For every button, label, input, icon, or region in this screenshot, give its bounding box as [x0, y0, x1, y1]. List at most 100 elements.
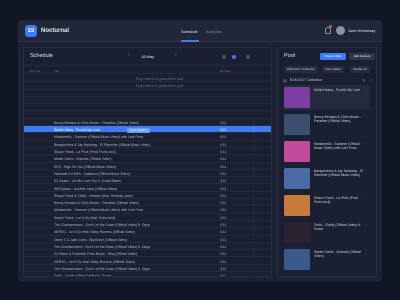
row-menu-icon[interactable]: ⋮	[252, 150, 255, 154]
row-title: Zedd - Clarity (Official Video) ft. Foxe…	[54, 274, 112, 277]
row-menu-icon[interactable]: ⋮	[252, 208, 255, 212]
collection-chip[interactable]: EDM 2017 Collection	[284, 66, 319, 73]
pool-item-menu-icon[interactable]: ⋮	[364, 114, 368, 119]
row-menu-icon[interactable]: ⋮	[252, 187, 255, 191]
table-row[interactable]	[24, 90, 271, 97]
table-row[interactable]: Oliver C & Jake Jules - Big Boom (Offici…	[24, 236, 271, 243]
row-duration: 4:11	[220, 120, 227, 125]
video-thumbnail	[284, 195, 310, 216]
pool-item-menu-icon[interactable]: ⋮	[364, 87, 368, 92]
table-row[interactable]: Drop videos to group them post	[24, 75, 271, 83]
table-row[interactable]: The Chainsmokers - Don't Let Me Down (Of…	[24, 221, 271, 229]
create-folder-button[interactable]: Create folder	[320, 53, 346, 60]
row-menu-icon[interactable]: ⋮	[252, 267, 255, 271]
table-row[interactable]	[24, 104, 271, 112]
row-menu-icon[interactable]: ⋮	[252, 252, 255, 256]
row-menu-icon[interactable]: ⋮	[252, 201, 255, 205]
row-menu-icon[interactable]: ⋮	[252, 121, 255, 125]
row-duration: 4:11	[220, 244, 227, 249]
pool-item-menu-icon[interactable]: ⋮	[364, 222, 368, 227]
row-title: Will Sparks - Another Land (Official Vid…	[54, 186, 118, 191]
chevron-right-icon[interactable]: ›	[175, 52, 177, 58]
table-row[interactable]: EDX - High On You (Official Music Video)…	[24, 163, 271, 170]
table-row[interactable]: Benny Benassi & Chris Brown - Paradise (…	[24, 119, 271, 127]
view-toggle-icon[interactable]	[222, 55, 226, 59]
app-logo[interactable]: SS	[25, 25, 37, 37]
row-menu-icon[interactable]: ⋮	[252, 230, 255, 234]
table-row[interactable]: Will Sparks - Another Land (Official Vid…	[24, 185, 271, 192]
schedule-date[interactable]: 18 May	[141, 54, 154, 59]
tab-schedule[interactable]: Schedule	[181, 29, 198, 34]
pool-list-item[interactable]: Marshmello - Summer (Official Music Vide…	[284, 139, 370, 164]
table-row[interactable]: Zedd - Clarity (Official Video) ft. Foxe…	[24, 272, 271, 277]
avatar[interactable]	[336, 26, 345, 35]
table-row[interactable]: DJ Rome & Futuristic Polar Bears - Why (…	[24, 250, 271, 258]
add-content-button[interactable]: Add Content	[349, 53, 375, 60]
pool-list-item[interactable]: Stella Hakey - Punish My Love ⋮	[284, 85, 370, 110]
more-icon[interactable]: ⋮	[369, 78, 373, 83]
settings-icon[interactable]	[246, 55, 250, 59]
pool-item-menu-icon[interactable]: ⋮	[364, 141, 368, 146]
view-toggle-active-icon[interactable]	[232, 55, 236, 59]
row-menu-icon[interactable]: ⋮	[252, 260, 255, 264]
table-row[interactable]: Shaun Frank - Let It Go (feat. Rohs Azul…	[24, 214, 271, 221]
row-title: Drop videos to group them post	[136, 77, 184, 81]
table-row[interactable]	[24, 97, 271, 105]
row-menu-icon[interactable]: ⋮	[252, 223, 255, 227]
table-row[interactable]: Benny Benassi & Chris Brown - Paradise (…	[24, 199, 271, 207]
table-row[interactable]: Drop videos to group them post	[24, 82, 271, 90]
user-name[interactable]: Josh Hennessy	[348, 28, 375, 33]
pool-list-item[interactable]: Benny Benassi & Chris Brown - Paradise (…	[284, 112, 370, 137]
pool-item-menu-icon[interactable]: ⋮	[364, 168, 368, 173]
row-duration: 4:11	[220, 128, 227, 133]
pool-item-menu-icon[interactable]: ⋮	[364, 195, 368, 200]
table-row[interactable]: The Chainsmokers - Don't Let Me Down (Of…	[24, 243, 271, 251]
row-menu-icon[interactable]: ⋮	[252, 179, 255, 183]
edit-icon[interactable]: ✎	[362, 78, 365, 83]
table-row[interactable]: NERVO - Let It Go feat. Nicky Romero (Of…	[24, 228, 271, 236]
pool-item-menu-icon[interactable]: ⋮	[364, 249, 368, 254]
row-menu-icon[interactable]: ⋮	[252, 245, 255, 249]
row-menu-icon[interactable]: ⋮	[252, 128, 255, 132]
video-thumbnail	[284, 249, 310, 270]
table-row[interactable]	[24, 112, 271, 119]
table-row[interactable]: Shaun Frank - La Pluie (Feat. Rohs Azul)…	[24, 148, 271, 156]
pool-list-item[interactable]: Shaun Frank - La Pluie (Feat. Rohs Azul)…	[284, 193, 370, 218]
row-title: Shaun Frank & VINAI - Heaven (feat. Dela…	[54, 193, 133, 198]
row-menu-icon[interactable]: ⋮	[252, 143, 255, 147]
row-title: Marshmello - Summer (Official Music Vide…	[54, 135, 144, 140]
table-row[interactable]: Basspeckers & Jay Hardway - El Ramiche (…	[24, 141, 271, 148]
table-row[interactable]: DJ Snake - Let Me Love You ft. Justin Bi…	[24, 177, 271, 185]
pool-list-item[interactable]: Basspeckers & Jay Hardway - El Ramiche (…	[284, 166, 370, 191]
row-menu-icon[interactable]: ⋮	[252, 157, 255, 161]
pool-list-item[interactable]: Martin Garrix - Animals (Official Video)…	[284, 247, 370, 272]
pool-list-item[interactable]: Zedd - Clarity (Official Video) ft. Foxe…	[284, 220, 370, 245]
pool-panel: Pool Create folder Add Content EDM 2017 …	[277, 47, 377, 277]
tab-analytics[interactable]: Analytics	[206, 29, 222, 34]
table-row[interactable]: The Chainsmokers - Don't Let Me Down (Of…	[24, 265, 271, 273]
row-menu-icon[interactable]: ⋮	[252, 274, 255, 276]
row-duration: 4:11	[220, 215, 227, 220]
table-row[interactable]: Martin Garrix - Animals (Official Video)…	[24, 155, 271, 163]
bell-icon[interactable]	[325, 27, 331, 34]
table-row[interactable]: Marshmello - Summer (Official Music Vide…	[24, 133, 271, 141]
row-title: Shaun Frank - Let It Go (feat. Rohs Azul…	[54, 215, 116, 220]
table-row[interactable]: Shaun Frank & VINAI - Heaven (feat. Dela…	[24, 192, 271, 200]
table-row[interactable]: Marshmello - Summer (Official Music Vide…	[24, 206, 271, 214]
row-menu-icon[interactable]: ⋮	[252, 194, 255, 198]
row-menu-icon[interactable]: ⋮	[252, 216, 255, 220]
row-menu-icon[interactable]: ⋮	[252, 238, 255, 242]
row-duration: 4:11	[220, 193, 227, 198]
table-row[interactable]: Stella Hakey - Punish My Love Now Playing…	[24, 126, 271, 134]
row-title: Martin Garrix - Animals (Official Video)	[54, 157, 112, 162]
shuffle-chip[interactable]: Shuffle On	[350, 66, 371, 73]
row-menu-icon[interactable]: ⋮	[252, 172, 255, 176]
pool-item-title: Stella Hakey - Punish My Love	[314, 88, 361, 92]
table-row[interactable]: NERVO - Let It Go feat. Nicky Romero (Of…	[24, 258, 271, 265]
chevron-left-icon[interactable]: ‹	[128, 52, 130, 58]
folder-icon: ▤	[283, 78, 287, 83]
view-added-chip[interactable]: View added	[322, 66, 344, 73]
row-menu-icon[interactable]: ⋮	[252, 135, 255, 139]
row-menu-icon[interactable]: ⋮	[252, 165, 255, 169]
table-row[interactable]: Hardwell & KURA - Calavera (Official Mus…	[24, 170, 271, 178]
